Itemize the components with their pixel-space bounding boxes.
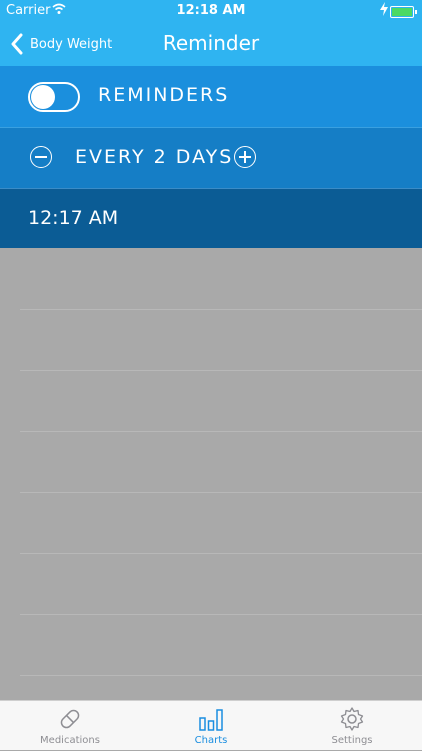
list-divider bbox=[20, 370, 422, 371]
toggle-knob bbox=[31, 85, 55, 109]
status-bar: Carrier 12:18 AM bbox=[0, 0, 422, 22]
tab-label: Charts bbox=[194, 735, 228, 746]
increase-frequency-button[interactable] bbox=[234, 146, 256, 168]
battery-icon bbox=[390, 6, 417, 18]
reminders-label: REMINDERS bbox=[98, 84, 230, 106]
status-time: 12:18 AM bbox=[176, 3, 246, 18]
list-divider bbox=[20, 431, 422, 432]
time-row[interactable]: 12:17 AM bbox=[0, 188, 422, 248]
tab-label: Medications bbox=[40, 735, 100, 746]
navigation-bar: Body Weight Reminder bbox=[0, 22, 422, 66]
charging-icon bbox=[380, 2, 388, 20]
decrease-frequency-button[interactable] bbox=[30, 146, 52, 168]
gear-icon bbox=[340, 707, 364, 731]
reminder-time[interactable]: 12:17 AM bbox=[28, 207, 118, 229]
reminders-toggle[interactable] bbox=[28, 82, 80, 112]
tab-label: Settings bbox=[331, 735, 373, 746]
empty-list-area bbox=[0, 248, 422, 700]
list-divider bbox=[20, 614, 422, 615]
frequency-row: EVERY 2 DAYS bbox=[0, 127, 422, 188]
reminders-row: REMINDERS bbox=[0, 66, 422, 127]
list-divider bbox=[20, 675, 422, 676]
frequency-label: EVERY 2 DAYS bbox=[75, 146, 234, 168]
list-divider bbox=[20, 553, 422, 554]
list-divider bbox=[20, 309, 422, 310]
bar-chart-icon bbox=[199, 709, 223, 731]
tab-bar: Medications Charts Settings bbox=[0, 700, 422, 750]
pill-icon bbox=[60, 709, 80, 729]
tab-settings[interactable]: Settings bbox=[282, 701, 422, 751]
tab-charts[interactable]: Charts bbox=[141, 701, 281, 751]
tab-medications[interactable]: Medications bbox=[0, 701, 140, 751]
list-divider bbox=[20, 492, 422, 493]
page-title: Reminder bbox=[162, 31, 260, 55]
